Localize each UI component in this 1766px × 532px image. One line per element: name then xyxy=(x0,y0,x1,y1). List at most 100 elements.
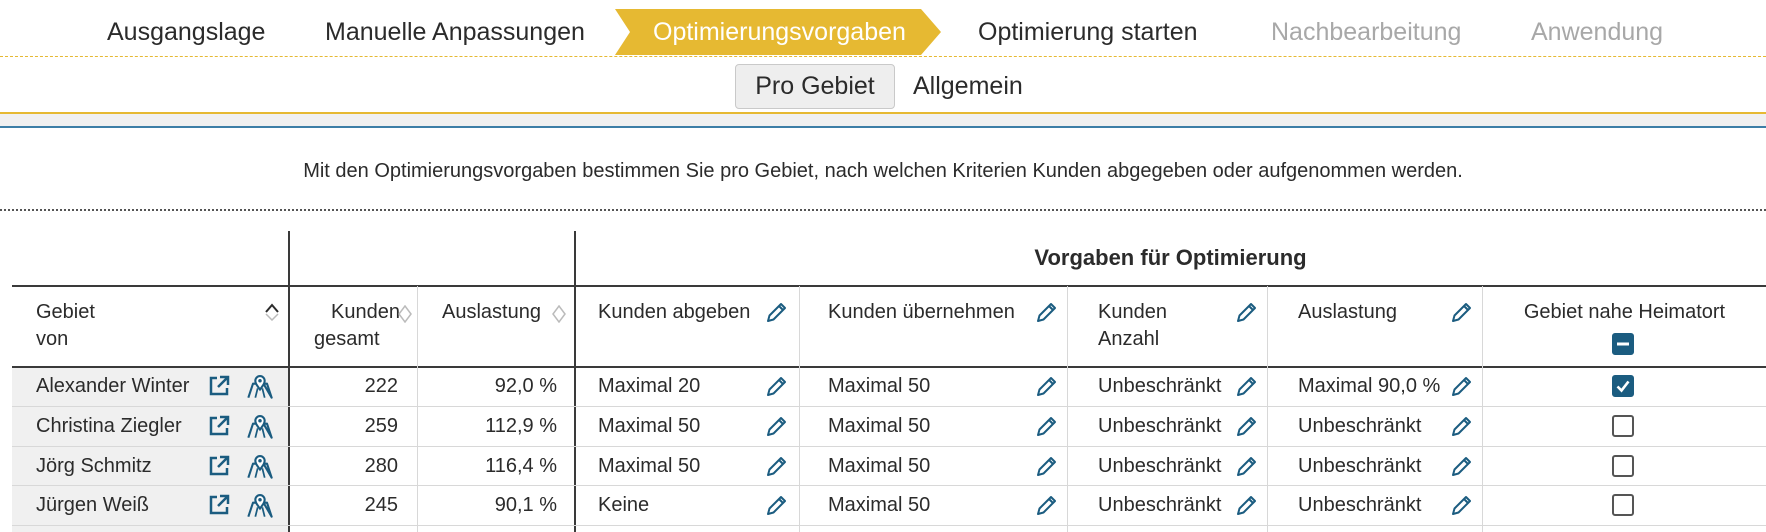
pencil-icon[interactable] xyxy=(765,454,789,478)
row-vorgabe-auslastung: Unbeschränkt xyxy=(1298,494,1422,516)
col-header-kunden-gesamt[interactable]: Kunden gesamt xyxy=(302,299,400,353)
row-kunden-anzahl: Unbeschränkt xyxy=(1098,494,1222,516)
map-pin-icon[interactable] xyxy=(245,452,275,480)
external-link-icon[interactable] xyxy=(207,374,231,398)
row-kunden-abgeben: Maximal 50 xyxy=(598,455,701,477)
step-optimierung-starten[interactable]: Optimierung starten xyxy=(978,10,1198,54)
row-kunden-abgeben: Maximal 50 xyxy=(598,415,701,437)
col-header-vorgabe-auslastung: Auslastung xyxy=(1298,301,1397,323)
table-row: Alexander Winter 222 92,0 % Maximal 20 Maxim… xyxy=(12,367,1766,406)
sort-icon[interactable] xyxy=(398,305,412,323)
step-nachbearbeitung: Nachbearbeitung xyxy=(1271,18,1462,46)
step-anwendung: Anwendung xyxy=(1531,18,1664,46)
pencil-icon[interactable] xyxy=(1035,300,1059,324)
row-gebiet-name: Jörg Schmitz xyxy=(36,455,152,477)
pencil-icon[interactable] xyxy=(1035,374,1059,398)
row-kunden-gesamt: 259 xyxy=(364,415,398,437)
row-auslastung: 112,9 % xyxy=(485,415,557,437)
pencil-icon[interactable] xyxy=(1235,414,1259,438)
pencil-icon[interactable] xyxy=(1450,414,1474,438)
sort-up-icon[interactable] xyxy=(264,303,280,321)
row-gebiet-name: Christina Ziegler xyxy=(36,415,182,437)
pencil-icon[interactable] xyxy=(1235,300,1259,324)
row-vorgabe-auslastung: Maximal 90,0 % xyxy=(1298,375,1441,397)
intro-text: Mit den Optimierungsvorgaben bestimmen S… xyxy=(303,160,1463,182)
col-header-line: von xyxy=(36,328,69,350)
col-header-kunden-anzahl: Kunden Anzahl xyxy=(1098,299,1167,353)
pencil-icon[interactable] xyxy=(765,493,789,517)
step-ausgangslage[interactable]: Ausgangslage xyxy=(107,10,265,54)
row-kunden-abgeben: Keine xyxy=(598,494,650,516)
sort-icon[interactable] xyxy=(552,305,566,323)
pencil-icon[interactable] xyxy=(1035,454,1059,478)
external-link-icon[interactable] xyxy=(207,493,231,517)
row-vorgabe-auslastung: Unbeschränkt xyxy=(1298,415,1422,437)
tab-allgemein[interactable]: Allgemein xyxy=(913,64,1023,109)
row-vorgabe-auslastung: Unbeschränkt xyxy=(1298,455,1422,477)
row-auslastung: 90,1 % xyxy=(494,494,557,516)
external-link-icon[interactable] xyxy=(207,414,231,438)
heimatort-checkbox[interactable] xyxy=(1612,415,1634,437)
optimization-table: Vorgaben für Optimierung Gebiet von Kund… xyxy=(12,231,1766,532)
pencil-icon[interactable] xyxy=(1450,374,1474,398)
col-header-line: Gebiet xyxy=(36,301,95,323)
header-divider xyxy=(12,285,1766,287)
pencil-icon[interactable] xyxy=(1035,414,1059,438)
step-manuelle-anpassungen[interactable]: Manuelle Anpassungen xyxy=(325,10,585,54)
map-pin-icon[interactable] xyxy=(245,372,275,400)
intro-separator xyxy=(0,209,1766,211)
row-kunden-uebernehmen: Maximal 50 xyxy=(828,455,931,477)
pencil-icon[interactable] xyxy=(1450,300,1474,324)
check-icon xyxy=(1616,380,1630,393)
table-row: Christina Ziegler 259 112,9 % Maximal 50 Max… xyxy=(12,407,1766,446)
row-kunden-uebernehmen: Maximal 50 xyxy=(828,494,931,516)
row-auslastung: 92,0 % xyxy=(494,375,557,397)
pencil-icon[interactable] xyxy=(1450,493,1474,517)
step-label: Optimierungsvorgaben xyxy=(653,18,906,46)
pencil-icon[interactable] xyxy=(765,300,789,324)
group-title: Vorgaben für Optimierung xyxy=(1034,245,1307,270)
row-kunden-uebernehmen: Maximal 50 xyxy=(828,415,931,437)
heimatort-checkbox[interactable] xyxy=(1612,455,1634,477)
row-kunden-anzahl: Unbeschränkt xyxy=(1098,375,1222,397)
pencil-icon[interactable] xyxy=(765,414,789,438)
minus-icon xyxy=(1617,342,1629,346)
tab-pro-gebiet[interactable]: Pro Gebiet xyxy=(735,64,895,109)
row-kunden-anzahl: Unbeschränkt xyxy=(1098,415,1222,437)
row-kunden-uebernehmen: Maximal 50 xyxy=(828,375,931,397)
external-link-icon[interactable] xyxy=(207,454,231,478)
heimatort-checkbox[interactable] xyxy=(1612,494,1634,516)
col-header-heimatort: Gebiet nahe Heimatort xyxy=(1523,301,1726,323)
select-all-checkbox[interactable] xyxy=(1612,333,1634,355)
header-stripe-line xyxy=(0,126,1766,128)
table-row: Jürgen Weiß 245 90,1 % Keine Maximal 50 Unbes… xyxy=(12,486,1766,525)
row-divider xyxy=(12,525,1766,526)
header-stripe xyxy=(0,114,1766,126)
subtabs: Pro Gebiet Allgemein xyxy=(0,57,1766,114)
col-header-kunden-uebernehmen: Kunden übernehmen xyxy=(828,301,1015,323)
row-kunden-anzahl: Unbeschränkt xyxy=(1098,455,1222,477)
pencil-icon[interactable] xyxy=(1450,454,1474,478)
col-header-gebiet[interactable]: Gebiet von xyxy=(36,299,95,353)
col-header-auslastung[interactable]: Auslastung xyxy=(442,299,541,326)
row-kunden-gesamt: 245 xyxy=(364,494,398,516)
pencil-icon[interactable] xyxy=(1235,454,1259,478)
row-auslastung: 116,4 % xyxy=(485,455,557,477)
pencil-icon[interactable] xyxy=(1235,493,1259,517)
stepper: Ausgangslage Manuelle Anpassungen Optimi… xyxy=(0,4,1766,56)
col-header-kunden-abgeben: Kunden abgeben xyxy=(598,301,751,323)
row-kunden-abgeben: Maximal 20 xyxy=(598,375,701,397)
pencil-icon[interactable] xyxy=(1235,374,1259,398)
row-gebiet-name: Jürgen Weiß xyxy=(36,494,150,516)
map-pin-icon[interactable] xyxy=(245,412,275,440)
heimatort-checkbox[interactable] xyxy=(1612,375,1634,397)
map-pin-icon[interactable] xyxy=(245,491,275,519)
col-header-line: Kunden xyxy=(1098,301,1167,323)
row-gebiet-name: Alexander Winter xyxy=(36,375,190,397)
row-kunden-gesamt: 222 xyxy=(364,375,398,397)
col-header-line: gesamt xyxy=(314,328,380,350)
pencil-icon[interactable] xyxy=(765,374,789,398)
step-optimierungsvorgaben[interactable]: Optimierungsvorgaben xyxy=(615,9,941,55)
pencil-icon[interactable] xyxy=(1035,493,1059,517)
col-header-line: Kunden xyxy=(331,301,400,323)
